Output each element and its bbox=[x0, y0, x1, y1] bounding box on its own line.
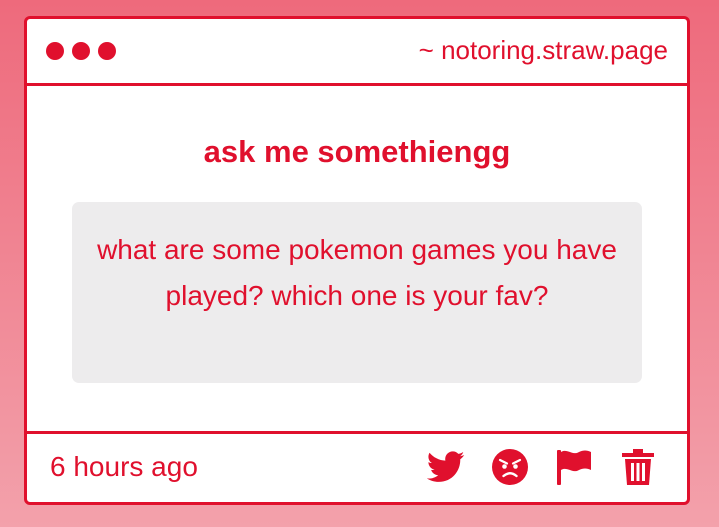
window-titlebar: ~ notoring.straw.page bbox=[27, 19, 687, 86]
page-url-link[interactable]: ~ notoring.straw.page bbox=[419, 35, 668, 66]
window-dot-icon bbox=[98, 42, 116, 60]
question-card: ~ notoring.straw.page ask me somethiengg… bbox=[24, 16, 690, 505]
question-footer: 6 hours ago bbox=[27, 431, 687, 502]
delete-button[interactable] bbox=[619, 448, 657, 486]
question-content: ask me somethiengg what are some pokemon… bbox=[27, 86, 687, 431]
question-text: what are some pokemon games you have pla… bbox=[72, 202, 642, 383]
timestamp: 6 hours ago bbox=[50, 451, 198, 482]
trash-icon bbox=[622, 449, 654, 485]
window-dots bbox=[46, 42, 116, 60]
report-button[interactable] bbox=[555, 448, 593, 486]
action-bar bbox=[427, 448, 657, 486]
twitter-icon bbox=[427, 451, 465, 482]
angry-face-icon bbox=[492, 449, 528, 485]
page-title: ask me somethiengg bbox=[203, 134, 511, 169]
twitter-share-button[interactable] bbox=[427, 448, 465, 486]
window-dot-icon bbox=[72, 42, 90, 60]
flag-icon bbox=[557, 450, 591, 485]
window-dot-icon bbox=[46, 42, 64, 60]
react-button[interactable] bbox=[491, 448, 529, 486]
